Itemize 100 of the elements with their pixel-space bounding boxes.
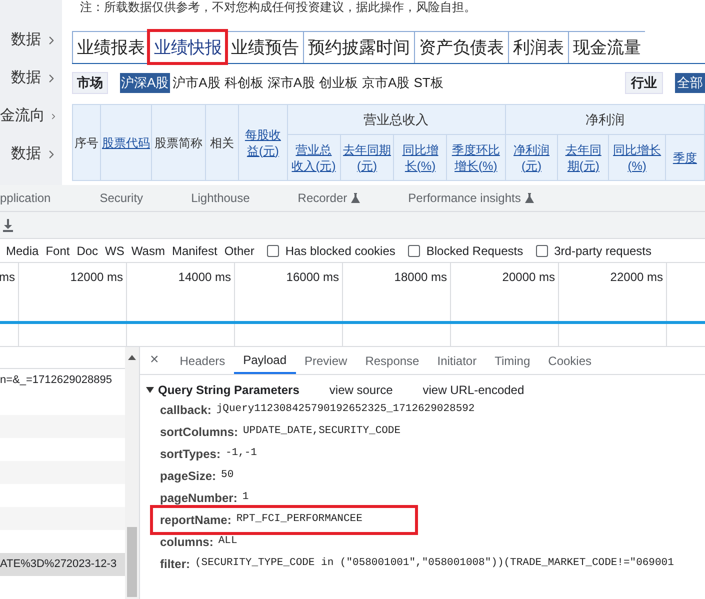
scroll-up-icon[interactable] [128,355,136,360]
market-option[interactable]: 科创板 [223,73,264,93]
report-tab[interactable]: 资产负债表 [414,31,508,63]
report-tab[interactable]: 预约披露时间 [303,31,414,63]
column-header[interactable]: 去年同期(元) [340,134,394,180]
flask-icon [351,193,360,203]
flask-icon [524,193,534,203]
sidebar-item[interactable]: 金流向 [0,104,62,128]
checkbox[interactable] [267,244,280,256]
param-value: UPDATE_DATE,SECURITY_CODE [243,424,401,440]
timeline-tick: 20000 ms [502,269,555,286]
param-value: RPT_FCI_PERFORMANCEE [236,512,362,528]
close-button[interactable]: × [150,347,159,374]
section-title: Query String Parameters [158,382,300,399]
checkbox[interactable] [408,244,420,256]
sidebar-label: 数据 [11,144,41,164]
column-header[interactable]: 营业总收入(元) [287,134,340,180]
column-header[interactable]: 去年同期(元) [558,134,609,180]
devtools-tab[interactable]: Performance insights [384,189,558,207]
devtools-tab[interactable]: pplication [0,189,76,207]
timeline-tick: 22000 ms [610,269,663,286]
param-key: reportName: [160,511,232,529]
view-link[interactable]: view URL-encoded [422,381,524,399]
checkbox-label: 3rd-party requests [554,242,652,260]
sidebar-item[interactable]: 数据 [0,142,62,166]
param-value: 1 [242,490,249,506]
market-option[interactable]: ST板 [412,73,444,93]
report-tab[interactable]: 业绩预告 [226,31,303,63]
param-key: sortTypes: [160,445,220,463]
param-value: jQuery112308425790192652325_1712629028592 [216,402,475,418]
column-header[interactable]: 每股收益(元) [238,104,288,180]
notice-text: 注：所载数据仅供参考，不对您构成任何投资建议，据此操作，风险自担。 [80,0,476,15]
detail-tab[interactable]: Preview [296,347,356,374]
timeline-tick: ms [0,269,15,286]
column-header[interactable]: 同比增长(%) [608,134,666,180]
type-filter[interactable]: WS [105,242,124,260]
param-key: sortColumns: [160,423,238,441]
detail-tab[interactable]: Headers [170,347,234,374]
timeline-tick: 18000 ms [394,269,447,286]
checkbox-label: Blocked Requests [426,242,524,260]
param-key: filter: [160,555,190,573]
sidebar-item[interactable]: 数据 [0,66,62,90]
sidebar-label: 金流向 [0,106,45,126]
group-header: 净利润 [505,104,704,134]
market-label: 市场 [72,72,108,94]
column-header[interactable]: 股票代码 [100,104,152,180]
scrollbar[interactable] [125,347,139,599]
market-option[interactable]: 京市A股 [361,73,411,93]
report-tab[interactable]: 业绩快报 [149,31,226,63]
devtools-tab[interactable]: Lighthouse [167,189,274,207]
market-option[interactable]: 深市A股 [266,73,316,93]
param-value: ALL [218,534,238,550]
column-header[interactable]: 净利润(元) [505,134,558,180]
group-header: 营业总收入 [287,104,506,134]
param-value: -1,-1 [225,446,257,462]
type-filter[interactable]: Other [224,242,254,260]
type-filter[interactable]: Font [46,242,70,260]
column-header: 股票简称 [151,104,206,180]
sidebar-item[interactable]: 数据 [0,28,62,52]
market-option[interactable]: 创业板 [318,73,360,93]
param-key: pageSize: [160,467,216,485]
column-header: 序号 [72,104,101,180]
market-option[interactable]: 沪深A股 [120,73,170,93]
detail-tab[interactable]: Payload [234,347,296,374]
type-filter[interactable]: Manifest [172,242,218,260]
sidebar-label: 数据 [11,30,41,50]
report-tab[interactable]: 现金流量 [568,31,645,63]
type-filter[interactable]: Wasm [131,242,165,260]
detail-tab[interactable]: Timing [486,347,540,374]
detail-tab[interactable]: Response [356,347,428,374]
param-key: columns: [160,533,214,551]
scrollbar-thumb[interactable] [127,527,137,597]
market-option[interactable]: 沪市A股 [172,73,222,93]
param-value: 50 [221,468,234,484]
detail-tab[interactable]: Initiator [428,347,486,374]
industry-label: 行业 [625,72,663,94]
timeline-tick: 16000 ms [286,269,339,286]
devtools-tab[interactable]: Recorder [274,189,384,207]
report-tab[interactable]: 利润表 [508,31,568,63]
type-filter[interactable]: Doc [76,242,98,260]
view-link[interactable]: view source [329,381,393,399]
download-icon[interactable] [2,218,14,232]
caret-icon[interactable] [146,386,154,394]
timeline-tick: 14000 ms [178,269,231,286]
column-header: 相关 [205,104,239,180]
detail-tab[interactable]: Cookies [539,347,601,374]
request-row[interactable]: ATE%3D%272023-12-3 [0,553,125,576]
checkbox[interactable] [536,244,548,256]
column-header[interactable]: 同比增长(%) [394,134,447,180]
industry-option[interactable]: 全部 [675,73,705,93]
column-header[interactable]: 季度 [665,134,704,180]
checkbox-label: Has blocked cookies [285,242,396,260]
type-filter[interactable]: Media [6,242,39,260]
devtools-tab[interactable]: Security [76,189,168,207]
sidebar-label: 数据 [11,68,41,88]
param-value: (SECURITY_TYPE_CODE in ("058001001","058001008"))(TRADE_MARKET_CODE!="069001 [195,556,674,572]
column-header[interactable]: 季度环比增长(%) [446,134,506,180]
report-tab[interactable]: 业绩报表 [72,31,149,63]
param-key: pageNumber: [160,489,238,507]
timeline-tick: 12000 ms [70,269,123,286]
